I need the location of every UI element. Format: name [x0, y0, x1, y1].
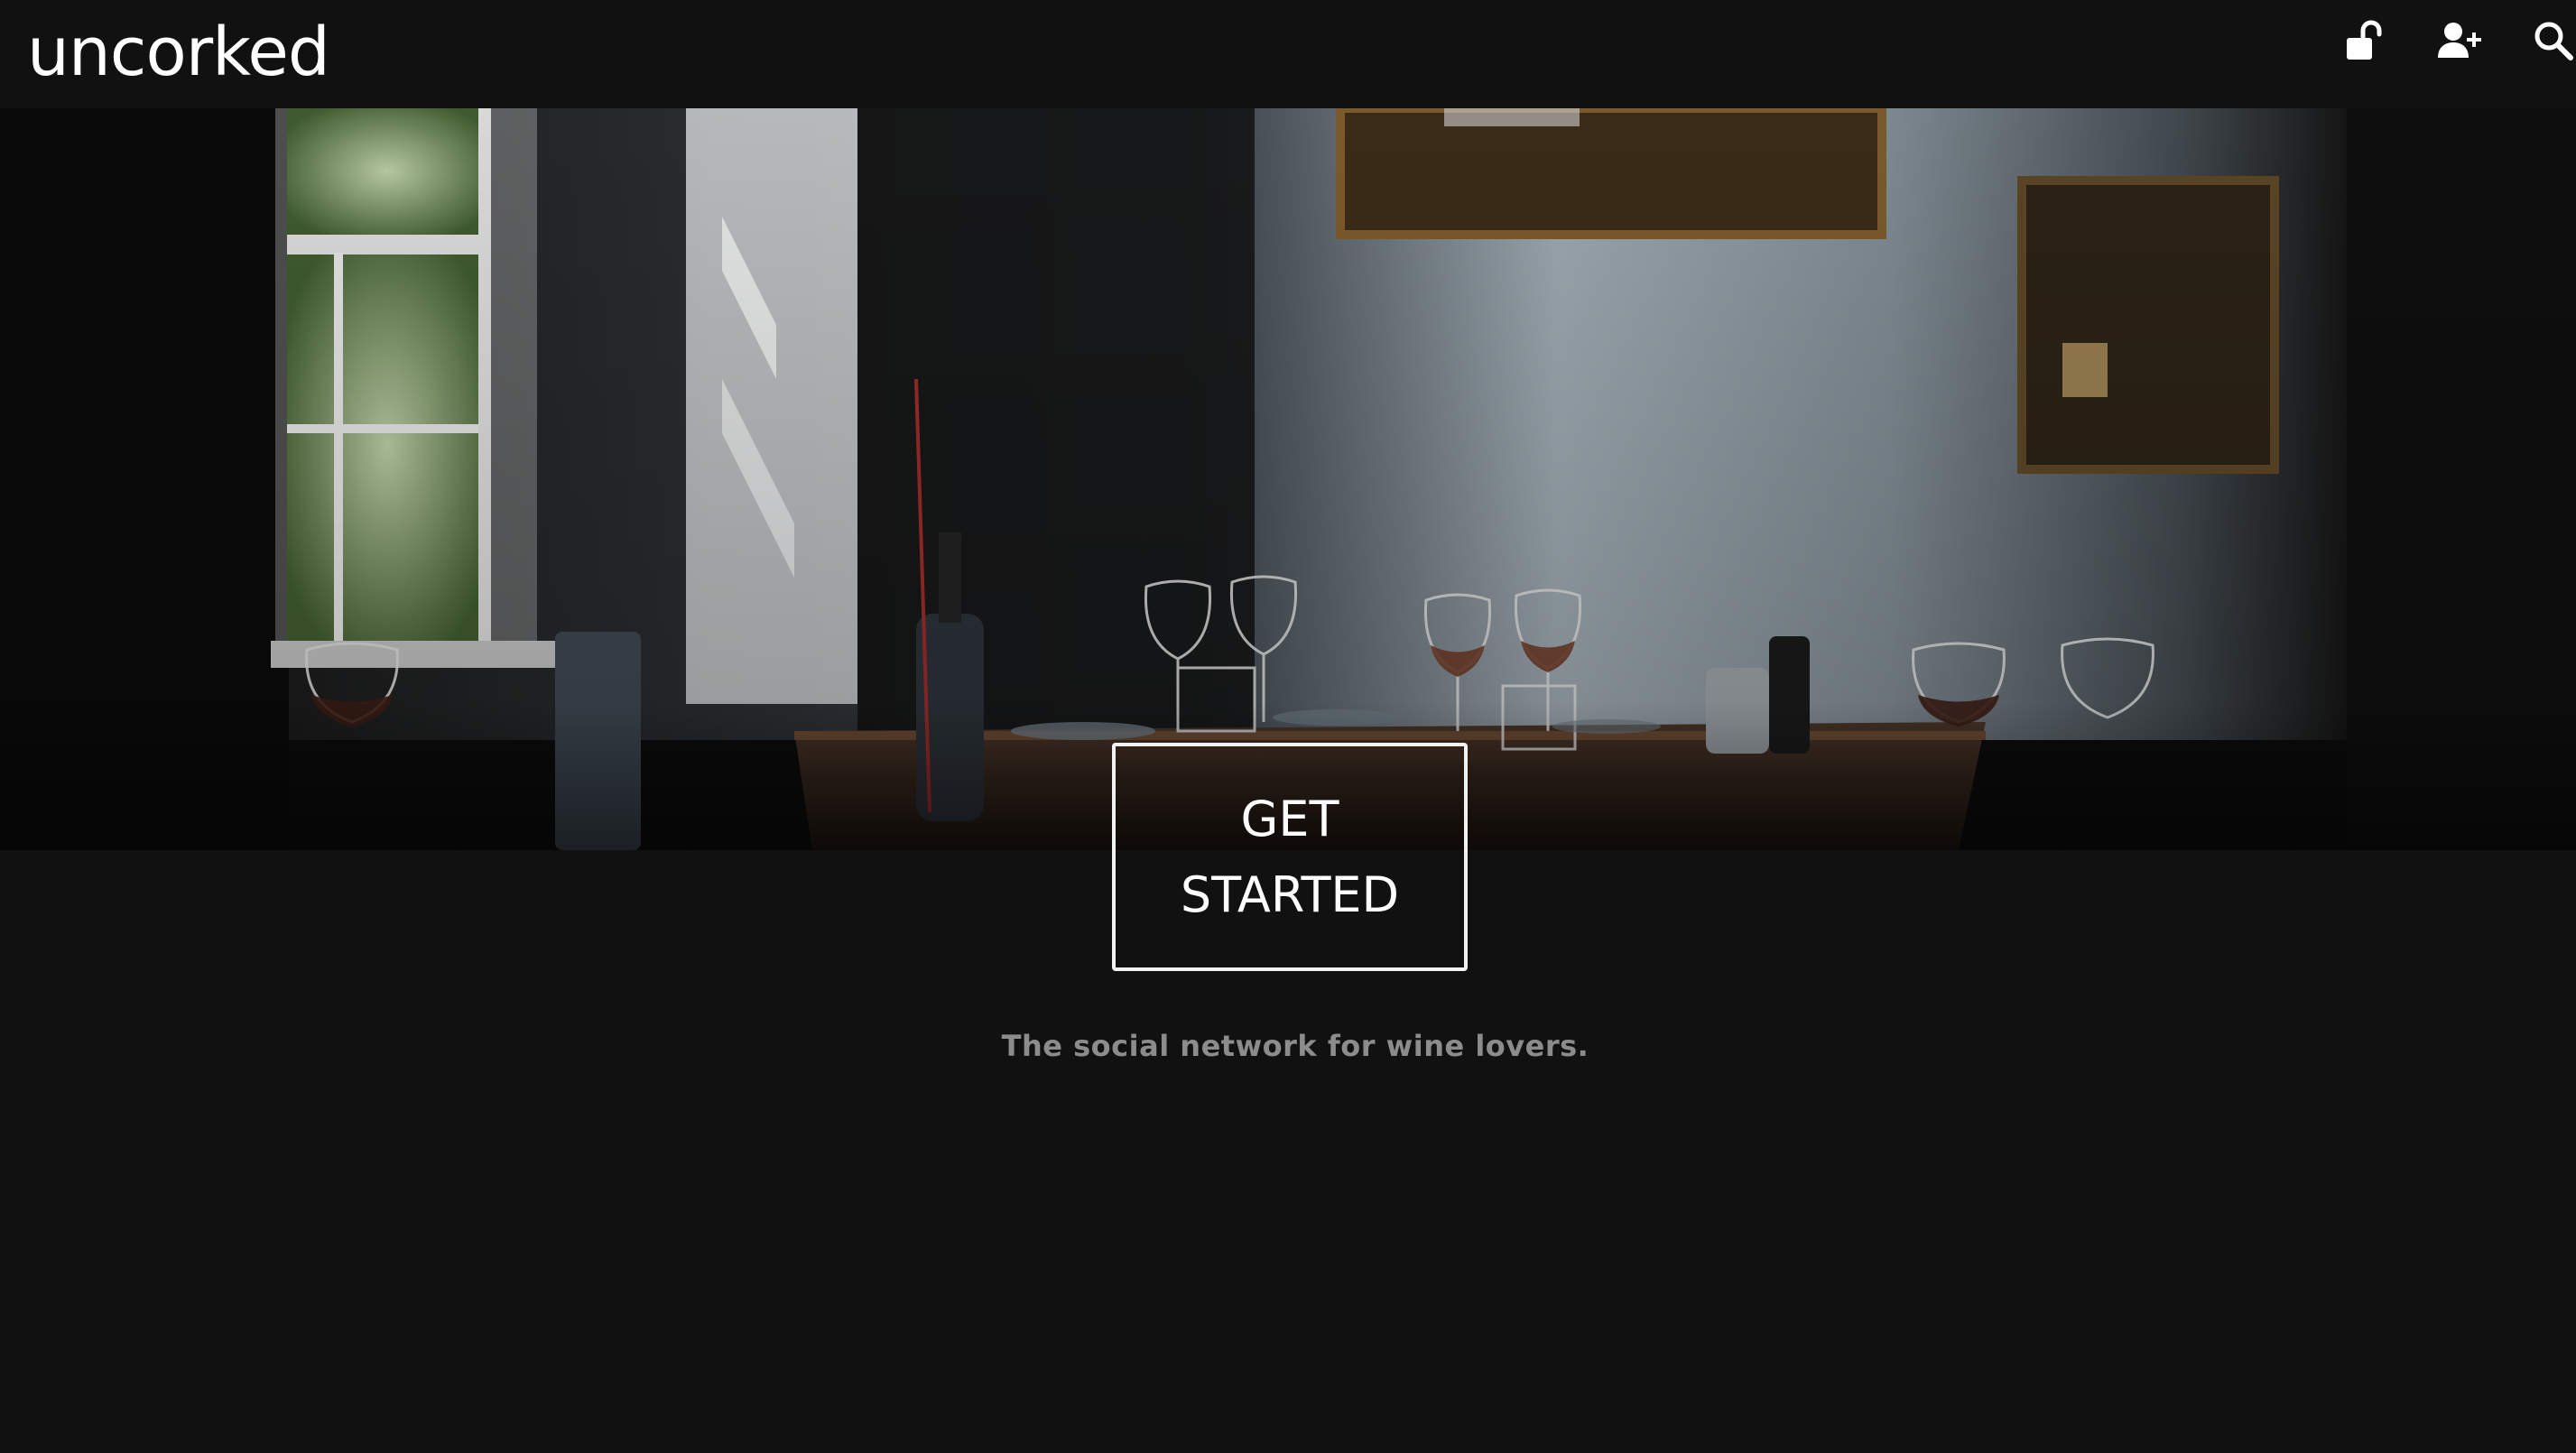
user-plus-icon[interactable]: [2437, 20, 2484, 61]
unlock-icon[interactable]: [2343, 20, 2385, 61]
tagline: The social network for wine lovers.: [1001, 1029, 1589, 1063]
top-nav: uncorked: [0, 0, 2576, 108]
search-icon[interactable]: [2533, 20, 2574, 61]
page: uncorked GET STARTED The social network …: [0, 0, 2576, 1453]
logo[interactable]: uncorked: [27, 7, 330, 97]
get-started-button[interactable]: GET STARTED: [1112, 743, 1468, 971]
hero-illustration: [0, 108, 2576, 850]
hero-image: [0, 108, 2576, 850]
